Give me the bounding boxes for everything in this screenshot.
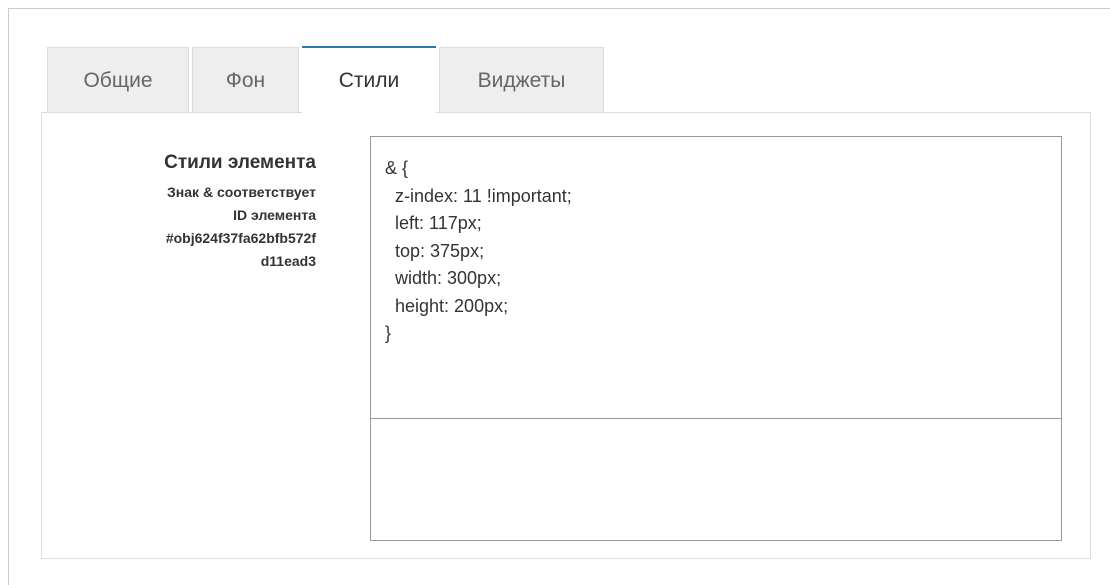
styles-editor[interactable]: & { z-index: 11 !important; left: 117px;… [370,136,1062,418]
styles-editor-extra-area[interactable] [370,418,1062,541]
tab-bar: Общие Фон Стили Виджеты [47,46,607,114]
styles-title: Стили элемента [164,152,316,173]
hint-line: ID элемента [233,207,316,223]
hint-line: d11ead3 [260,253,316,269]
styles-label-group: Стили элемента Знак & соответствует ID э… [42,151,316,273]
tab-background[interactable]: Фон [192,47,299,113]
tab-general[interactable]: Общие [47,47,189,113]
tab-widgets[interactable]: Виджеты [439,47,604,113]
tab-styles[interactable]: Стили [302,46,436,114]
styles-panel: Стили элемента Знак & соответствует ID э… [41,112,1091,559]
hint-line: #obj624f37fa62bfb572f [165,230,316,246]
hint-line: Знак & соответствует [167,184,316,200]
